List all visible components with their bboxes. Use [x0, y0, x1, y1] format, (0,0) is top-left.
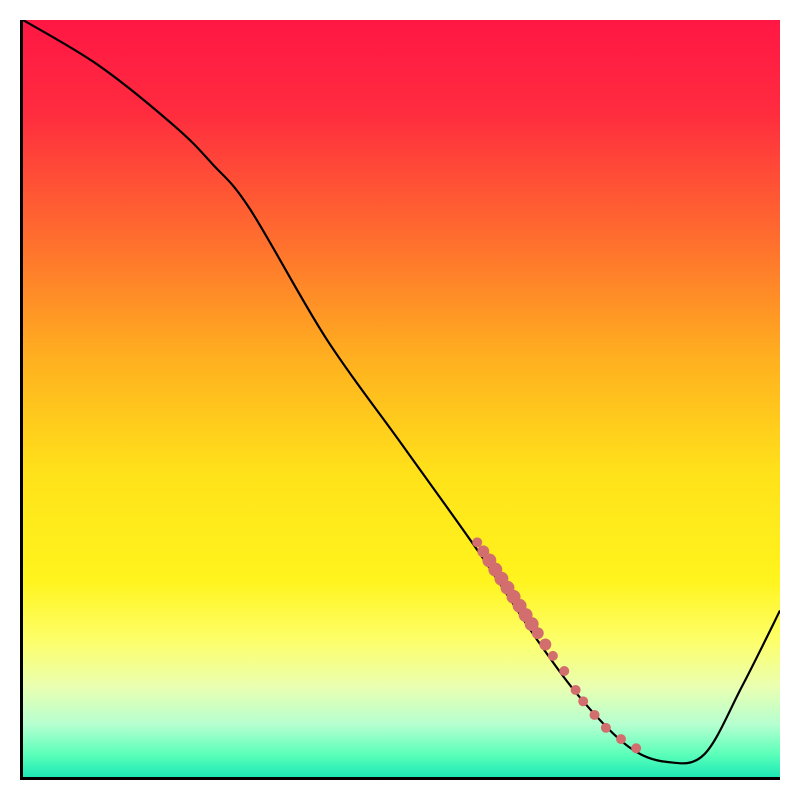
- scatter-point: [578, 696, 588, 706]
- scatter-points: [472, 537, 641, 753]
- scatter-point: [472, 537, 482, 547]
- curve-layer: [23, 20, 780, 777]
- scatter-point: [571, 685, 581, 695]
- scatter-point: [548, 651, 558, 661]
- scatter-point: [532, 627, 544, 639]
- scatter-point: [590, 710, 600, 720]
- scatter-point: [539, 639, 551, 651]
- scatter-point: [631, 743, 641, 753]
- chart-container: TheBottleneck.com: [0, 0, 800, 800]
- scatter-point: [601, 723, 611, 733]
- bottleneck-curve: [23, 20, 780, 763]
- scatter-point: [616, 734, 626, 744]
- plot-area: TheBottleneck.com: [20, 20, 780, 780]
- scatter-point: [559, 666, 569, 676]
